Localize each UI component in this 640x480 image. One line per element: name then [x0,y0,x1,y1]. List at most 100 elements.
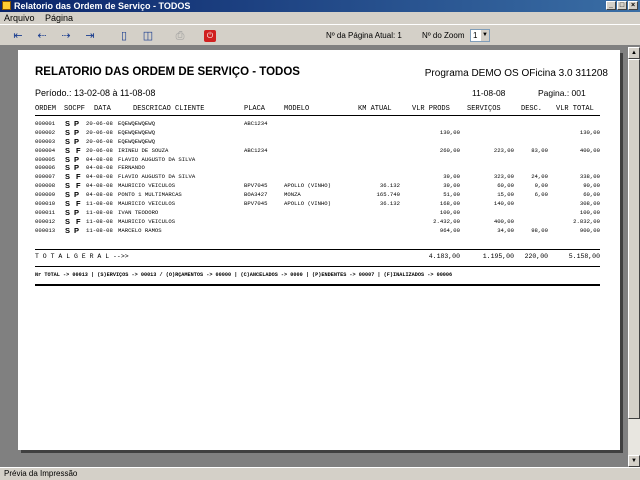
zoom-select[interactable]: 1 ▼ [470,29,490,42]
row-ordem: 000006 [35,164,56,172]
row-placa: BOA3427 [244,191,268,199]
row-vlr-total: 400,00 [579,146,600,154]
row-cliente: FLAVIO AUGUSTO DA SILVA [118,173,196,181]
menu-arquivo[interactable]: Arquivo [0,12,39,24]
row-ordem: 000001 [35,120,56,127]
row-km: 165.740 [376,191,401,199]
row-km: 36.132 [379,200,400,208]
col-modelo: MODELO [284,105,310,113]
current-page-label: Nº da Página Atual: 1 [326,31,402,40]
summary-line: Nr TOTAL -> 00013 | (S)ERVIÇOS -> 00013 … [35,272,453,278]
scroll-up-icon[interactable]: ▲ [628,47,640,59]
total-vlr-prods: 4.183,00 [428,253,460,260]
row-servicos: 323,00 [493,173,514,181]
total-vlr-total: 5.158,00 [568,253,600,260]
maximize-button[interactable]: □ [617,1,627,10]
summary-divider-bottom [35,284,600,286]
first-page-icon[interactable]: ⇤ [10,28,26,44]
row-cliente: MAURICIO VEICULOS [118,200,176,208]
row-ordem: 000008 [35,182,56,190]
row-cliente: MAURICIO VEICULOS [118,182,176,190]
row-date: 04-08-08 [86,191,113,199]
row-ordem: 000013 [35,226,56,234]
row-cliente: IVAN TEODORO [118,208,159,216]
row-vlr-prods: 39,00 [443,173,460,181]
row-desc: 24,00 [531,173,548,181]
report-rows: 000001 S P 20-06-08 EQEWQEWQEWQ ABC1234 000002… [18,119,620,236]
total-desc: 220,00 [524,253,548,260]
report-page: RELATORIO DAS ORDEM DE SERVIÇO - TODOS P… [18,50,620,450]
report-period: Período.: 13-02-08 à 11-08-08 [35,88,156,98]
menu-pagina[interactable]: Página [41,12,77,24]
table-row: 000004 S F 20-06-08 IRINEU DE SOUZA ABC1234 26… [18,146,620,156]
col-descricao: DESCRICAO CLIENTE [133,105,205,113]
row-desc: 6,00 [534,191,548,199]
scroll-down-icon[interactable]: ▼ [628,455,640,467]
table-row: 000006 S P 04-08-08 FERNANDO [18,164,620,173]
total-divider [35,249,600,250]
row-cliente: EQEWQEWQEWQ [118,120,155,127]
program-name: Programa DEMO OS OFicina 3.0 311208 [424,68,608,79]
last-page-icon[interactable]: ⇥ [82,28,98,44]
table-row: 000003 S P 20-06-08 EQEWQEWQEWQ [18,137,620,147]
row-placa: ABC1234 [244,146,268,154]
row-placa: BPV7045 [244,200,268,208]
row-vlr-prods: 2.432,00 [433,217,460,225]
row-servicos: 400,00 [493,217,514,225]
scroll-thumb[interactable] [628,59,640,419]
row-ordem: 000004 [35,146,56,154]
row-ordem: 000003 [35,137,56,145]
col-socpf: SOCPF [64,105,86,113]
table-row: 000002 S P 20-06-08 EQEWQEWQEWQ 130,00 130,00 [18,128,620,138]
previous-page-icon[interactable]: ⇠ [34,28,50,44]
row-vlr-prods: 964,00 [439,226,460,234]
row-vlr-prods: 51,00 [443,191,460,199]
vertical-scrollbar[interactable]: ▲ ▼ [628,47,640,467]
single-page-icon[interactable]: ▯ [116,28,132,44]
row-vlr-total: 338,00 [579,173,600,181]
zoom-value: 1 [473,31,478,40]
row-vlr-prods: 168,00 [439,200,460,208]
exit-preview-icon[interactable]: ⏻ [204,30,216,42]
row-vlr-total: 130,00 [579,128,600,136]
close-button[interactable]: × [628,1,638,10]
row-vlr-total: 100,00 [579,208,600,216]
row-date: 20-06-08 [86,128,113,136]
next-page-icon[interactable]: ⇢ [58,28,74,44]
row-desc: 83,00 [531,146,548,154]
row-servicos: 34,00 [497,226,514,234]
two-pages-icon[interactable]: ◫ [140,28,156,44]
row-cliente: PONTO 1 MULTIMARCAS [118,191,182,199]
row-servicos: 223,00 [493,146,514,154]
table-row: 000005 S P 04-08-08 FLAVIO AUGUSTO DA SILVA [18,155,620,165]
row-vlr-total: 900,00 [579,226,600,234]
row-vlr-total: 2.832,00 [573,217,600,225]
total-label: T O T A L G E R A L -->> [35,253,129,260]
menubar: Arquivo Página [0,12,640,24]
window-titlebar: Relatorio das Ordem de Serviço - TODOS _… [0,0,640,12]
col-placa: PLACA [244,105,266,113]
row-ordem: 000012 [35,217,56,225]
row-cliente: FERNANDO [118,164,145,172]
table-row: 000008 S F 04-08-08 MAURICIO VEICULOS BPV7045… [18,181,620,191]
table-row: 000013 S P 11-08-08 MARCELO RAMOS 964,00 34,00… [18,226,620,236]
col-ordem: ORDEM [35,105,57,113]
minimize-button[interactable]: _ [606,1,616,10]
zoom-label: Nº do Zoom [422,31,465,40]
report-date: 11-08-08 [472,88,506,98]
row-vlr-total: 90,00 [583,182,600,190]
row-ordem: 000011 [35,208,56,216]
row-servicos: 140,00 [493,200,514,208]
row-date: 04-08-08 [86,182,113,190]
col-vlr-total: VLR TOTAL [556,105,594,113]
total-row: T O T A L G E R A L -->> 4.183,00 1.195,… [18,253,620,263]
row-date: 20-06-08 [86,146,113,154]
chevron-down-icon[interactable]: ▼ [481,30,489,41]
printer-icon[interactable]: ⎙ [172,28,188,44]
table-row: 000010 S F 11-08-08 MAURICIO VEICULOS BPV7045… [18,199,620,209]
row-servicos: 15,00 [497,191,514,199]
row-date: 11-08-08 [86,217,113,225]
row-cliente: FLAVIO AUGUSTO DA SILVA [118,155,196,163]
row-date: 04-08-08 [86,173,113,181]
col-vlr-prods: VLR PRODS [412,105,450,113]
